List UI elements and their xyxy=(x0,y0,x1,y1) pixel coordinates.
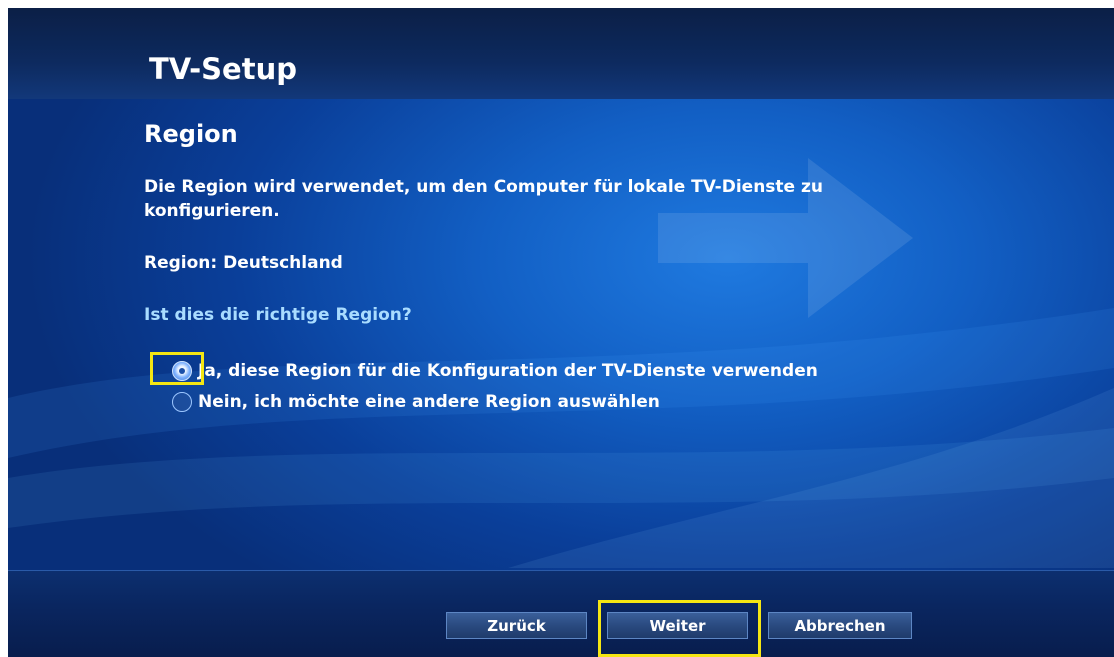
radio-option-label: Ja, diese Region für die Konfiguration d… xyxy=(198,361,818,381)
description-text: Die Region wird verwendet, um den Comput… xyxy=(144,177,823,221)
radio-option-use-region[interactable]: Ja, diese Region für die Konfiguration d… xyxy=(172,358,818,384)
next-button[interactable]: Weiter xyxy=(607,612,748,639)
section-title: Region xyxy=(144,120,238,148)
region-question: Ist dies die richtige Region? xyxy=(144,305,412,325)
background-swoosh xyxy=(8,308,1114,568)
back-button[interactable]: Zurück xyxy=(446,612,587,639)
region-value: Region: Deutschland xyxy=(144,253,343,273)
media-center-screen: TV-Setup xyxy=(8,8,1114,657)
cancel-button[interactable]: Abbrechen xyxy=(768,612,912,639)
radio-option-choose-other-region[interactable]: Nein, ich möchte eine andere Region ausw… xyxy=(172,389,660,415)
radio-unselected-icon[interactable] xyxy=(172,392,192,412)
header-bar: TV-Setup xyxy=(8,8,1114,99)
radio-selected-icon[interactable] xyxy=(172,361,192,381)
app-title: TV-Setup xyxy=(149,52,297,86)
radio-option-label: Nein, ich möchte eine andere Region ausw… xyxy=(198,392,660,412)
